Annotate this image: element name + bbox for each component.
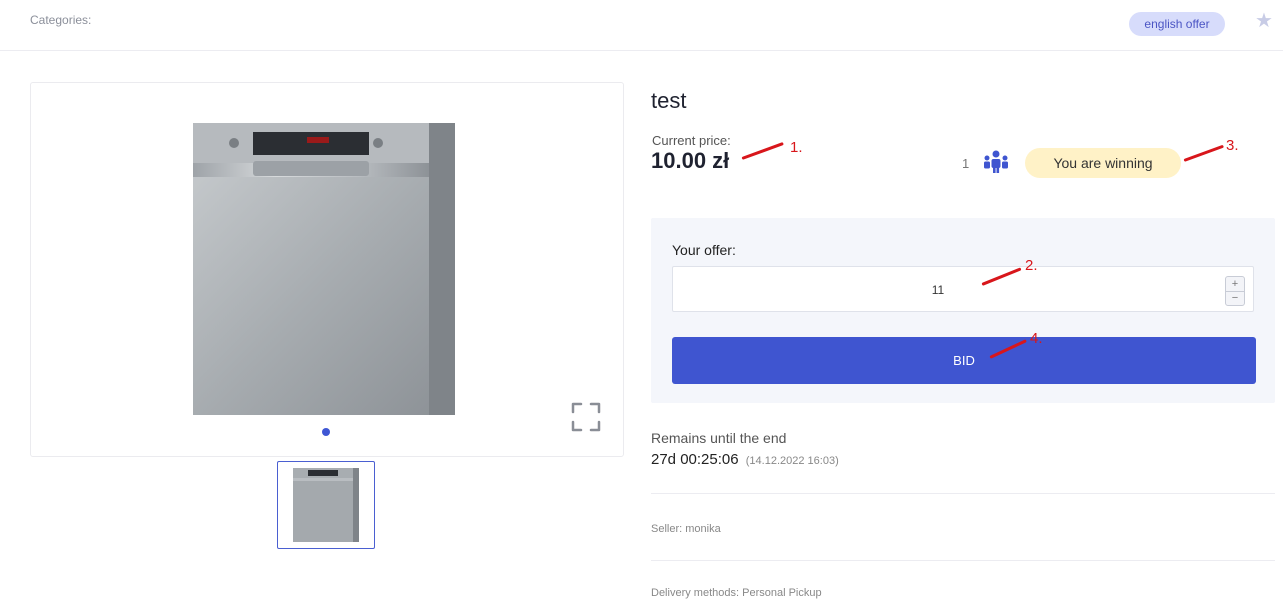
product-title: test <box>651 88 687 113</box>
annotation-label: 3. <box>1226 137 1239 154</box>
offer-value[interactable]: 11 <box>673 283 1203 297</box>
delivery-label: Delivery methods: <box>651 587 740 599</box>
current-price: 10.00 zł <box>651 148 730 173</box>
seller-label: Seller: <box>651 523 683 535</box>
seller-info: Seller: monika <box>651 523 721 535</box>
offer-input[interactable]: 11 + − <box>672 266 1254 312</box>
fullscreen-icon[interactable] <box>570 401 602 433</box>
categories-label: Categories: <box>30 13 92 27</box>
end-date: (14.12.2022 16:03) <box>745 455 839 467</box>
divider <box>651 560 1275 561</box>
delivery-methods: Personal Pickup <box>742 587 822 599</box>
annotation-label: 2. <box>1025 257 1038 274</box>
current-price-label: Current price: <box>652 133 731 148</box>
increment-button[interactable]: + <box>1226 277 1244 292</box>
winning-status-badge: You are winning <box>1025 148 1181 178</box>
annotation-label: 1. <box>790 139 803 156</box>
offer-stepper[interactable]: + − <box>1225 276 1245 306</box>
remains-label: Remains until the end <box>651 430 787 446</box>
offer-type-badge[interactable]: english offer <box>1129 12 1225 36</box>
product-gallery <box>30 82 624 457</box>
annotation-arrow <box>1183 144 1224 162</box>
bidder-count: 1 <box>962 156 970 171</box>
bid-button[interactable]: BID <box>672 337 1256 384</box>
dishwasher-thumbnail[interactable] <box>277 461 375 549</box>
annotation-arrow <box>741 142 784 160</box>
seller-name[interactable]: monika <box>685 523 720 535</box>
offer-label: Your offer: <box>672 242 736 258</box>
remaining-time: 27d 00:25:06 (14.12.2022 16:03) <box>651 451 839 468</box>
top-bar: Categories: english offer ★ <box>0 0 1283 51</box>
remaining-time-value: 27d 00:25:06 <box>651 451 739 468</box>
bid-panel: Your offer: 11 + − BID <box>651 218 1275 403</box>
divider <box>651 493 1275 494</box>
people-icon[interactable] <box>983 150 1009 174</box>
annotation-label: 4. <box>1030 330 1043 347</box>
dishwasher-image[interactable] <box>191 121 459 417</box>
carousel-dot[interactable] <box>322 428 330 436</box>
star-icon[interactable]: ★ <box>1255 10 1273 32</box>
decrement-button[interactable]: − <box>1226 291 1244 305</box>
delivery-info: Delivery methods: Personal Pickup <box>651 587 822 599</box>
